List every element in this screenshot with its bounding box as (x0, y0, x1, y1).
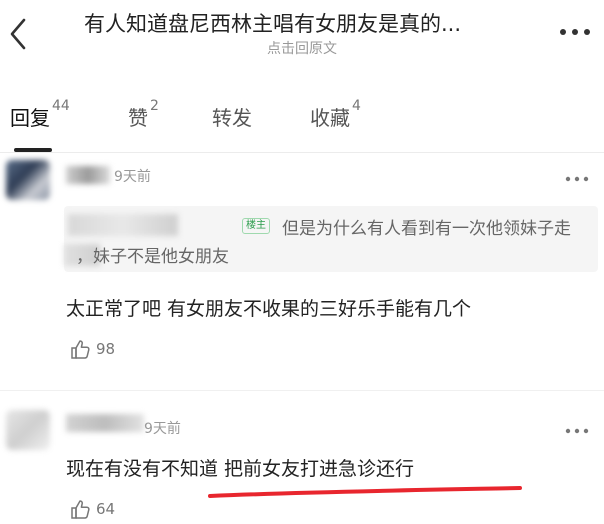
thumbs-up-icon (70, 498, 92, 520)
tab-reposts-label: 转发 (212, 106, 252, 130)
more-options-icon[interactable] (555, 22, 595, 42)
op-badge: 楼主 (242, 218, 270, 234)
like-count: 64 (96, 500, 116, 518)
comment-more-icon[interactable] (562, 170, 592, 182)
like-count: 98 (96, 340, 116, 358)
divider (0, 390, 604, 391)
thumbs-up-icon (70, 338, 92, 360)
red-underline-annotation (208, 486, 522, 498)
tab-likes[interactable]: 赞2 (128, 98, 159, 131)
back-to-original-link[interactable]: 点击回原文 (0, 38, 604, 58)
active-tab-indicator (14, 148, 52, 152)
tab-replies-count: 44 (52, 98, 70, 114)
tab-likes-count: 2 (150, 98, 159, 114)
quoted-text-line1: 但是为什么有人看到有一次他领妹子走 (282, 219, 571, 239)
quoted-username-blurred (68, 214, 178, 236)
tab-favorites-label: 收藏 (310, 106, 350, 130)
tab-reposts[interactable]: 转发 (212, 102, 252, 131)
tab-favorites[interactable]: 收藏 4 (310, 98, 361, 131)
quoted-reply[interactable]: 楼主 但是为什么有人看到有一次他领妹子走 ，妹子不是他女朋友 (64, 206, 598, 272)
comment-time: 9天前 (114, 169, 151, 185)
top-bar: 有人知道盘尼西林主唱有女朋友是真的... 点击回原文 (0, 0, 604, 68)
tab-replies[interactable]: 回复 44 (10, 98, 70, 131)
username-blurred[interactable] (66, 166, 110, 184)
tab-bar: 回复 44 赞2 转发 收藏 4 (0, 92, 604, 153)
tab-replies-label: 回复 (10, 106, 50, 130)
comment-text: 太正常了吧 有女朋友不收果的三好乐手能有几个 (66, 298, 472, 320)
quoted-text-line2: ，妹子不是他女朋友 (76, 247, 229, 267)
post-title[interactable]: 有人知道盘尼西林主唱有女朋友是真的... (84, 8, 524, 38)
avatar[interactable] (6, 160, 50, 200)
tab-likes-label: 赞 (128, 106, 148, 130)
tab-favorites-count: 4 (352, 98, 361, 114)
